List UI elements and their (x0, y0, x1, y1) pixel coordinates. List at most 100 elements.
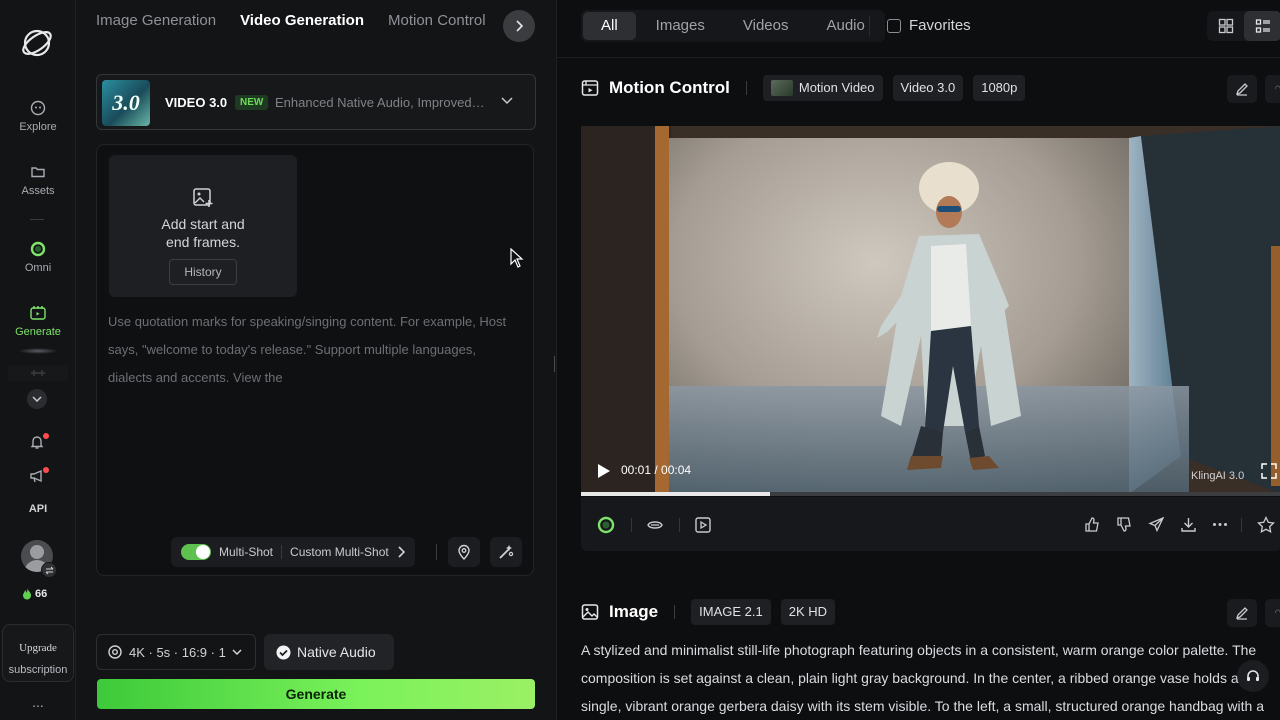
headset-icon (1247, 670, 1259, 681)
multi-shot-control[interactable]: Multi-Shot Custom Multi-Shot (171, 537, 415, 567)
upgrade-label: Upgrade (19, 642, 57, 654)
support-button[interactable] (1237, 660, 1269, 692)
filter-images[interactable]: Images (638, 12, 723, 40)
effects-button[interactable] (490, 537, 522, 567)
rail-faded-item (8, 365, 68, 381)
explore-icon (30, 100, 46, 116)
notifications-button[interactable] (29, 433, 49, 455)
pencil-icon (1235, 607, 1248, 620)
nav-generate[interactable]: Generate (0, 305, 76, 338)
frames-upload-box[interactable]: Add start and end frames. History (109, 155, 297, 297)
chevron-down-icon (32, 396, 42, 402)
multi-shot-toggle[interactable] (181, 544, 211, 560)
location-button[interactable] (448, 537, 480, 567)
video-watermark: KlingAI 3.0 (1191, 470, 1245, 482)
magic-wand-icon (499, 545, 514, 559)
image-section-header: Image IMAGE 2.1 2K HD (581, 599, 836, 625)
video-total-time: 00:04 (661, 463, 692, 477)
regenerate-button[interactable] (1265, 75, 1280, 103)
multi-shot-label: Multi-Shot (219, 545, 274, 559)
model-description: Enhanced Native Audio, Improved Consiste… (275, 95, 487, 110)
generation-panel: Image Generation Video Generation Motion… (76, 0, 556, 720)
video-current-time: 00:01 (621, 463, 652, 477)
action-divider (1241, 518, 1242, 532)
video-extend-icon[interactable] (694, 516, 712, 534)
filter-all[interactable]: All (583, 12, 636, 40)
history-button[interactable]: History (169, 259, 237, 285)
favorites-filter[interactable]: Favorites (887, 17, 971, 34)
prompt-placeholder[interactable]: Use quotation marks for speaking/singing… (108, 308, 520, 392)
image-prompt-text: A stylized and minimalist still-life pho… (581, 636, 1280, 720)
grid-view-button[interactable] (1207, 11, 1244, 41)
rail-expand-button[interactable] (27, 389, 47, 409)
nav-explore[interactable]: Explore (0, 100, 76, 133)
filter-videos[interactable]: Videos (725, 12, 807, 40)
left-rail: Explore Assets Omni Generate API 66 Upgr… (0, 0, 76, 720)
title-divider (745, 81, 747, 95)
tools-icon (31, 370, 45, 376)
filter-audio[interactable]: Audio (808, 12, 882, 40)
motion-video-player[interactable]: KlingAI 3.0 (581, 126, 1280, 494)
output-settings-button[interactable]: 4K · 5s · 16:9 · 1 (96, 634, 256, 670)
download-icon[interactable] (1180, 516, 1197, 533)
more-options-icon[interactable] (1212, 522, 1228, 527)
thumbs-down-icon[interactable] (1116, 516, 1133, 533)
subscription-label: subscription (8, 664, 68, 676)
tab-video-generation[interactable]: Video Generation (240, 12, 364, 29)
edit-button[interactable] (1227, 75, 1257, 103)
custom-multi-shot-label[interactable]: Custom Multi-Shot (290, 545, 389, 559)
star-icon[interactable] (1257, 516, 1275, 534)
switch-account-button[interactable] (41, 562, 57, 578)
chip-motion-video: Motion Video (762, 75, 883, 101)
tabs-scroll-right-button[interactable] (503, 10, 535, 42)
native-audio-label: Native Audio (297, 644, 376, 660)
lip-sync-icon[interactable] (646, 516, 664, 534)
new-badge: NEW (235, 95, 269, 110)
omni-icon (30, 241, 46, 257)
output-settings-summary: 4K · 5s · 16:9 · 1 (129, 644, 226, 660)
video-time-display: 00:01 / 00:04 (621, 463, 692, 477)
list-view-button[interactable] (1244, 11, 1280, 41)
model-name: VIDEO 3.0 (165, 95, 228, 110)
favorites-checkbox[interactable] (887, 18, 901, 33)
chevron-down-icon (501, 97, 513, 105)
grid-icon (1218, 18, 1233, 34)
chevron-right-icon (516, 20, 523, 32)
regenerate-button[interactable] (1265, 599, 1280, 627)
motion-video-thumbnail (770, 80, 793, 96)
multi-shot-divider (281, 545, 283, 559)
folder-icon (31, 167, 45, 178)
chip-resolution: 1080p (973, 75, 1026, 101)
image-prompt-line: single, vibrant orange gerbera daisy wit… (581, 698, 1264, 714)
chevron-right-icon (398, 546, 405, 558)
credits-display[interactable]: 66 (22, 588, 47, 600)
model-selector[interactable]: 3.0 VIDEO 3.0 NEW Enhanced Native Audio,… (96, 74, 536, 130)
prompt-area[interactable]: Add start and end frames. History Use qu… (96, 144, 534, 576)
nav-api[interactable]: API (0, 503, 76, 515)
thumbs-up-icon[interactable] (1084, 516, 1101, 533)
share-icon[interactable] (1148, 516, 1165, 533)
announcements-button[interactable] (29, 467, 49, 489)
list-icon (1255, 19, 1270, 33)
nav-generate-label: Generate (15, 326, 61, 338)
more-menu-button[interactable]: ... (0, 694, 76, 710)
video-action-bar (581, 497, 1280, 551)
fullscreen-icon[interactable] (1261, 463, 1277, 479)
native-audio-toggle[interactable]: Native Audio (264, 634, 394, 670)
video-progress-bar[interactable] (581, 492, 1280, 496)
kling-logo-icon[interactable] (20, 26, 54, 60)
play-icon[interactable] (597, 463, 611, 479)
video-progress-fill (581, 492, 770, 496)
tab-image-generation[interactable]: Image Generation (96, 12, 216, 29)
tab-motion-control[interactable]: Motion Control (388, 12, 486, 29)
nav-assets[interactable]: Assets (0, 164, 76, 197)
upgrade-subscription-button[interactable]: Upgrade subscription (2, 624, 74, 682)
omni-icon[interactable] (597, 516, 615, 534)
edit-button[interactable] (1227, 599, 1257, 627)
generate-button[interactable]: Generate (97, 679, 535, 709)
flame-icon (23, 588, 31, 600)
nav-assets-label: Assets (21, 185, 55, 197)
nav-omni[interactable]: Omni (0, 241, 76, 274)
generation-tabs: Image Generation Video Generation Motion… (96, 12, 536, 29)
credits-value: 66 (35, 588, 48, 600)
